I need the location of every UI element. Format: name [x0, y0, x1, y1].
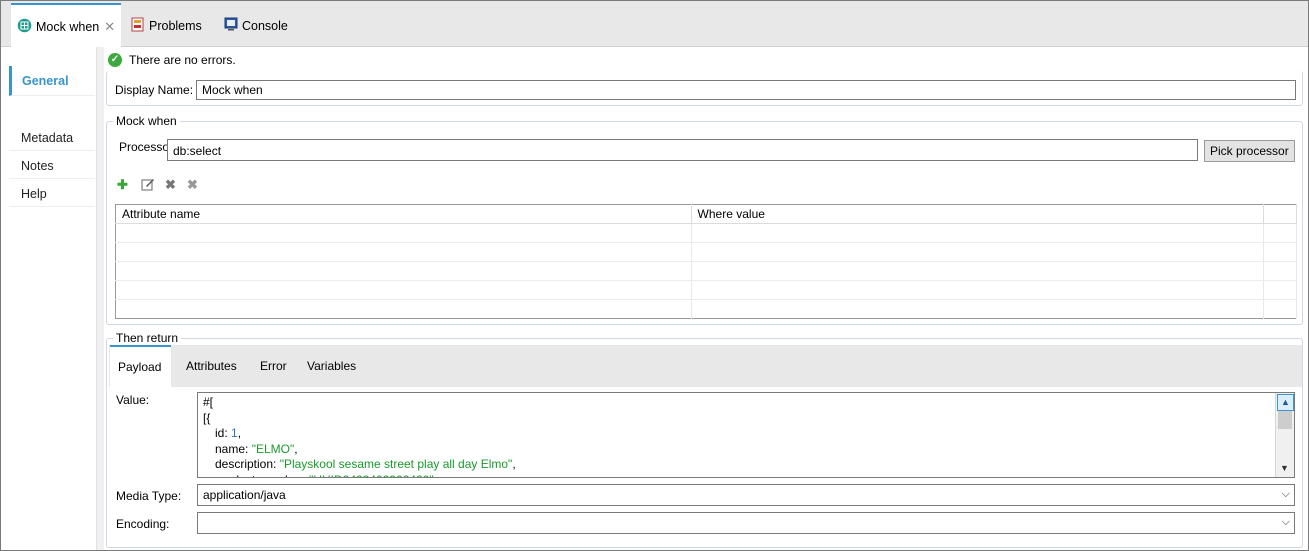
table-row[interactable]	[115, 261, 1297, 281]
code-token: product_number:	[215, 473, 309, 478]
validation-status: ✓ There are no errors.	[108, 51, 236, 69]
sidebar-divider	[97, 47, 104, 550]
status-text: There are no errors.	[129, 53, 236, 67]
code-token: 1	[231, 426, 238, 440]
code-token: "Playskool sesame street play all day El…	[279, 457, 513, 471]
code-line: #[	[203, 395, 516, 411]
code-token: ,	[237, 426, 242, 440]
tab-payload[interactable]: Payload	[110, 345, 171, 387]
chevron-down-icon[interactable]: ⌵	[1282, 515, 1290, 529]
edit-icon[interactable]	[141, 177, 155, 194]
encoding-label: Encoding:	[116, 517, 170, 531]
payload-code: #[[{id: 1, name: "ELMO", description: "Pla…	[203, 395, 516, 478]
sidebar-item-help[interactable]: Help	[9, 181, 95, 207]
add-icon[interactable]: ✚	[117, 177, 128, 193]
editor-tab-strip: Mock when ✕ Problems Console	[1, 1, 1308, 48]
scroll-up-button[interactable]: ▲	[1277, 394, 1294, 411]
media-type-value: application/java	[203, 488, 286, 502]
code-line: product_number: "UUID2423402302420"	[203, 473, 516, 478]
code-token: "UUID2423402302420"	[309, 473, 434, 478]
check-circle-icon: ✓	[108, 53, 122, 67]
table-row[interactable]	[115, 299, 1297, 319]
code-line: description: "Playskool sesame street pl…	[203, 457, 516, 473]
tab-variables[interactable]: Variables	[299, 345, 364, 387]
then-return-tabs: Payload Attributes Error Variables	[109, 345, 1302, 387]
payload-value-editor[interactable]: #[[{id: 1, name: "ELMO", description: "Pla…	[197, 392, 1295, 478]
scroll-thumb[interactable]	[1278, 411, 1292, 429]
code-token: ,	[294, 441, 298, 456]
code-token: [{	[203, 410, 211, 425]
code-token: ,	[512, 457, 516, 471]
tab-error[interactable]: Error	[252, 345, 295, 387]
tab-label: Problems	[149, 18, 202, 33]
code-token: "ELMO"	[251, 441, 295, 456]
vertical-scrollbar[interactable]: ▲ ▼	[1275, 393, 1294, 477]
table-row[interactable]	[115, 223, 1297, 243]
sidebar-item-notes[interactable]: Notes	[9, 153, 95, 179]
code-token: #[	[203, 395, 214, 409]
side-navigation: General Metadata Notes Help	[1, 47, 97, 550]
delete-icon[interactable]: ✖	[165, 177, 176, 193]
close-icon[interactable]: ✕	[104, 19, 115, 35]
tab-problems[interactable]: Problems	[131, 5, 202, 46]
problems-icon	[131, 17, 145, 35]
code-token: id:	[215, 426, 232, 440]
chevron-down-icon[interactable]: ⌵	[1282, 487, 1290, 501]
media-type-label: Media Type:	[116, 489, 182, 503]
general-group: Display Name: Mock when	[106, 71, 1303, 106]
sidebar-item-general[interactable]: General	[9, 66, 95, 96]
table-row[interactable]	[115, 242, 1297, 262]
processor-input[interactable]: db:select	[167, 139, 1198, 161]
code-token: description:	[215, 457, 280, 471]
column-header-where-value[interactable]: Where value	[691, 204, 1265, 224]
display-name-input[interactable]: Mock when	[196, 80, 1296, 100]
properties-panel: ✓ There are no errors. Display Name: Moc…	[105, 47, 1308, 550]
column-header-filler	[1263, 204, 1297, 224]
then-return-legend: Then return	[113, 331, 182, 345]
attributes-table: Attribute name Where value	[115, 204, 1297, 319]
mock-when-legend: Mock when	[113, 114, 180, 128]
console-icon	[224, 17, 238, 34]
code-token: name:	[215, 441, 252, 456]
editor-window: Mock when ✕ Problems Console General Met…	[0, 0, 1309, 551]
display-name-label: Display Name:	[115, 83, 194, 97]
table-header-row: Attribute name Where value	[115, 204, 1297, 224]
delete-all-icon[interactable]: ✖	[187, 177, 198, 193]
sidebar-item-metadata[interactable]: Metadata	[9, 125, 95, 151]
tab-label: Console	[242, 18, 288, 33]
value-label: Value:	[116, 393, 150, 407]
media-type-select[interactable]: application/java ⌵	[197, 484, 1295, 506]
code-line: id: 1,	[203, 426, 516, 442]
scroll-down-button[interactable]: ▼	[1277, 461, 1292, 476]
tab-attributes[interactable]: Attributes	[178, 345, 245, 387]
mock-icon	[17, 18, 32, 36]
table-row[interactable]	[115, 280, 1297, 300]
encoding-select[interactable]: ⌵	[197, 512, 1295, 534]
pick-processor-button[interactable]: Pick processor	[1204, 140, 1295, 162]
tab-mock-when[interactable]: Mock when ✕	[11, 3, 122, 48]
code-line: name: "ELMO",	[203, 442, 516, 458]
tab-label: Mock when	[36, 19, 100, 34]
column-header-attribute-name[interactable]: Attribute name	[115, 204, 692, 224]
tab-console[interactable]: Console	[224, 5, 288, 46]
mock-when-group: Mock when Processor: db:select Pick proc…	[106, 114, 1303, 325]
code-line: [{	[203, 411, 516, 427]
